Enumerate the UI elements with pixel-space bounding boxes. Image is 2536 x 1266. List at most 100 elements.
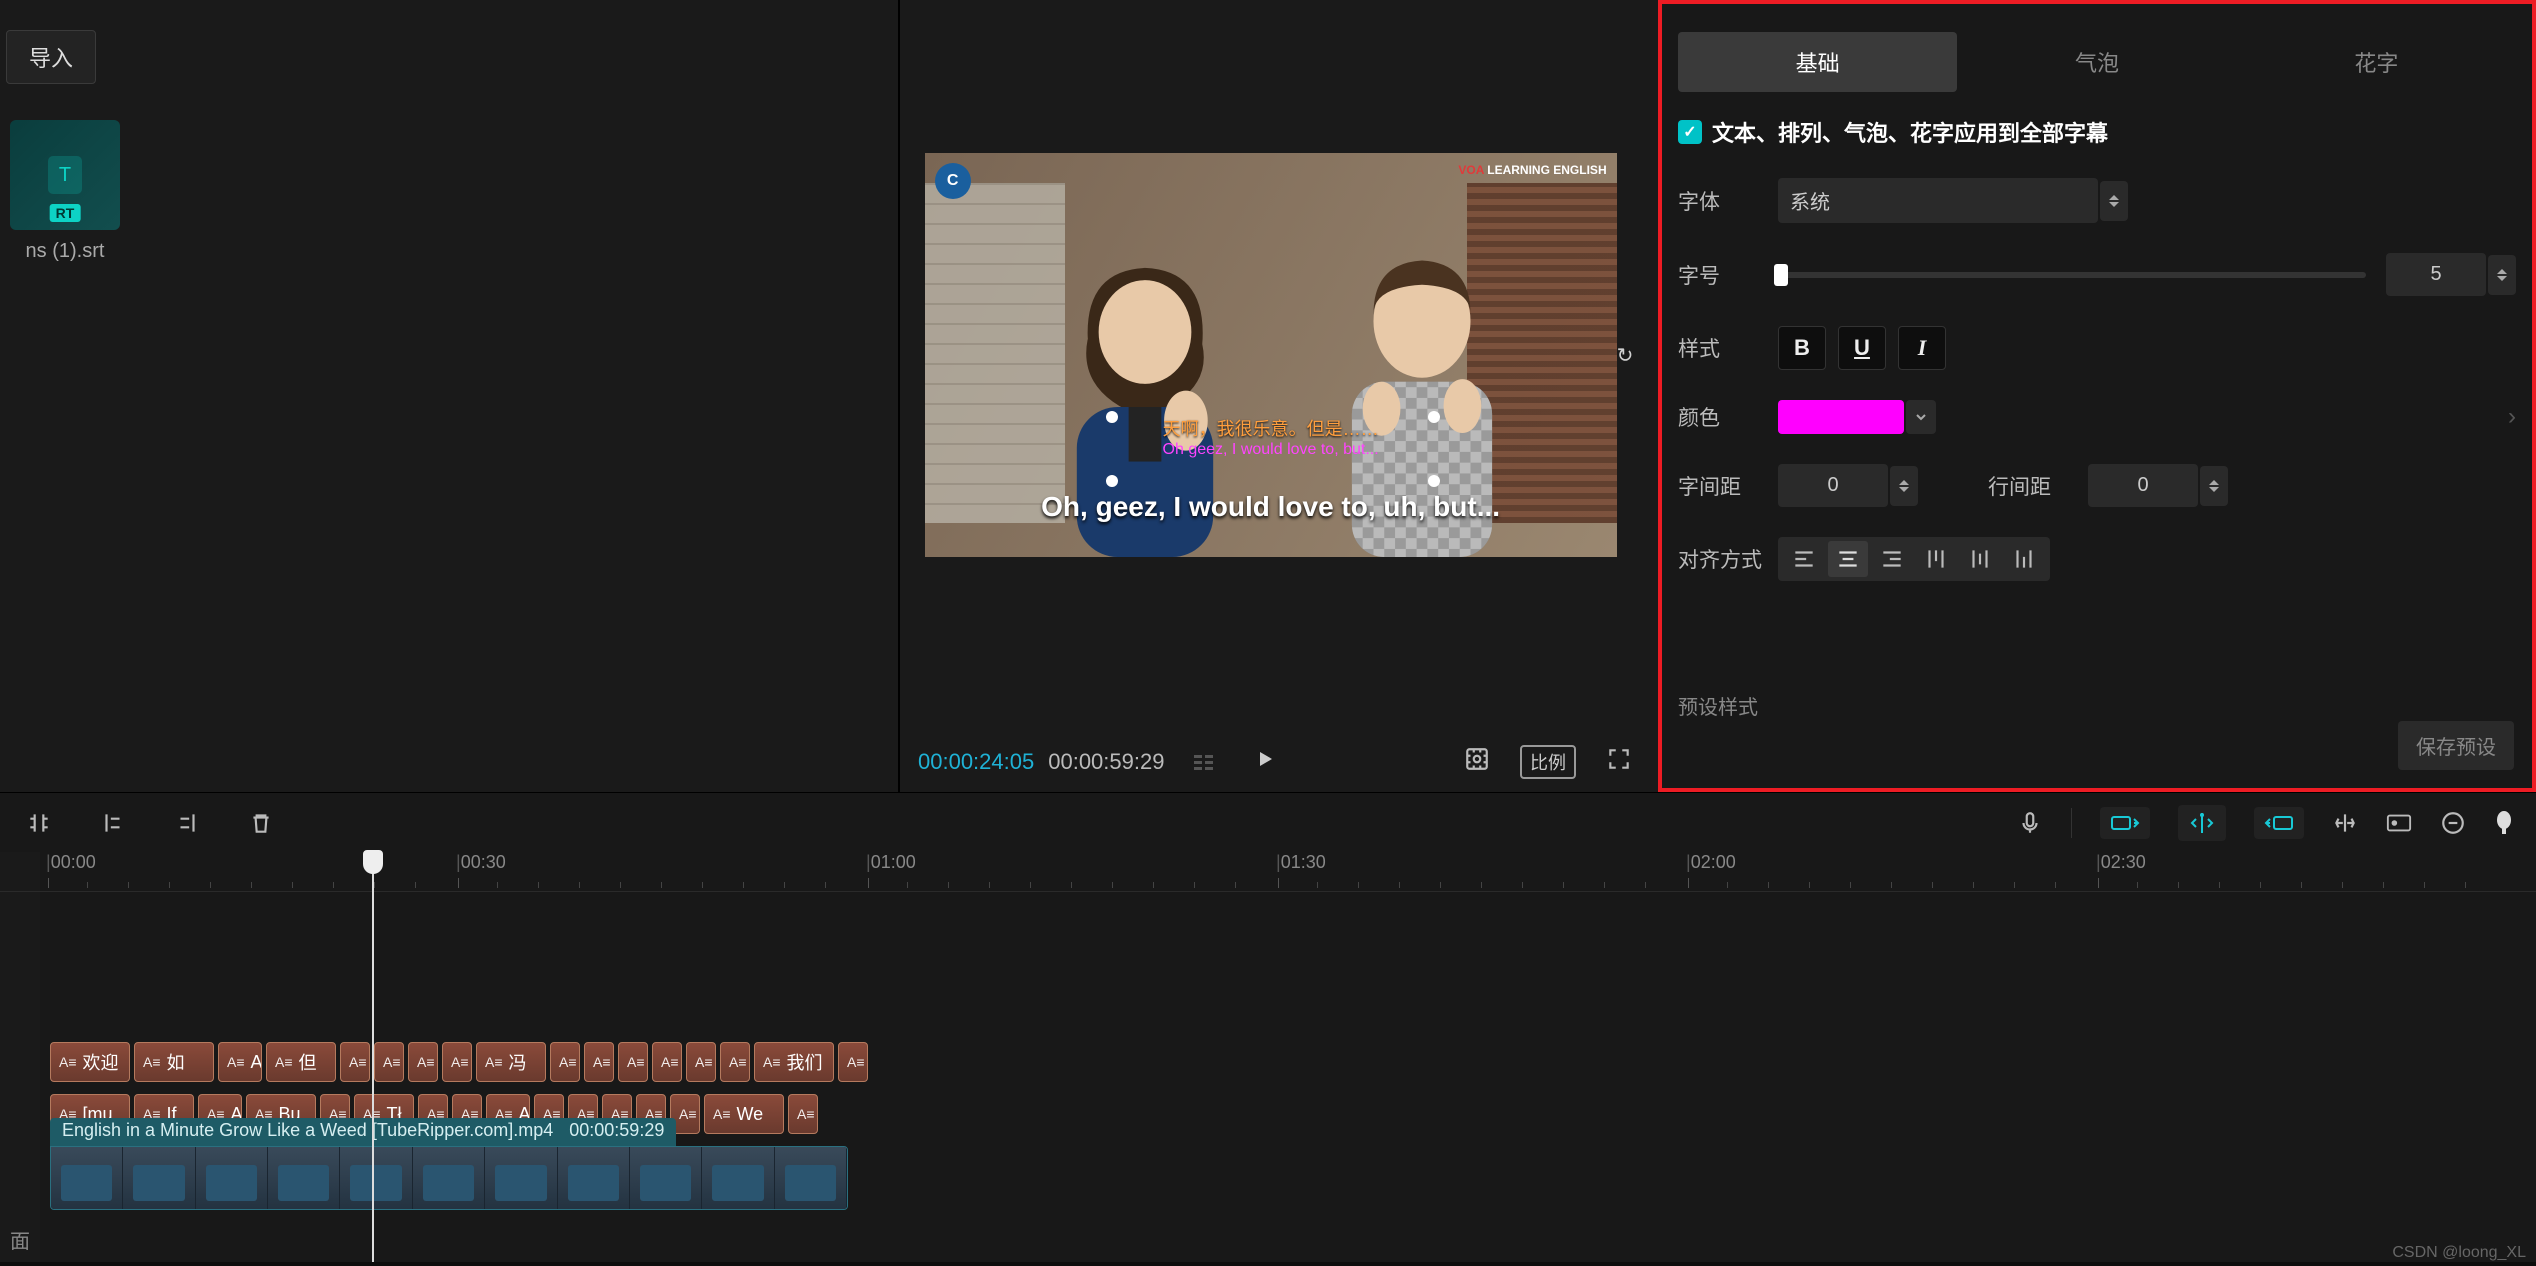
channel-logo: C <box>935 163 971 199</box>
subtitle-clip[interactable]: A≡A <box>340 1042 370 1082</box>
tab-fancy[interactable]: 花字 <box>2237 32 2516 92</box>
save-preset-button[interactable]: 保存预设 <box>2398 721 2514 770</box>
subtitle-clip[interactable]: A≡A <box>788 1094 818 1134</box>
align-v1[interactable] <box>1916 541 1956 577</box>
subtitle-clip[interactable]: A≡但 <box>266 1042 336 1082</box>
video-clip-header: English in a Minute Grow Like a Weed [Tu… <box>50 1118 676 1146</box>
font-label: 字体 <box>1678 186 1778 216</box>
size-input[interactable] <box>2386 253 2486 296</box>
video-thumb <box>123 1147 195 1210</box>
columns-icon[interactable] <box>1194 755 1213 770</box>
align-center[interactable] <box>1828 541 1868 577</box>
play-button[interactable] <box>1253 747 1277 777</box>
video-thumb <box>775 1147 847 1210</box>
fullscreen-icon[interactable] <box>1598 742 1640 782</box>
letter-spacing-input[interactable] <box>1778 464 1888 507</box>
resize-handle[interactable] <box>1428 475 1440 487</box>
tab-bubble[interactable]: 气泡 <box>1957 32 2236 92</box>
color-next-icon[interactable]: › <box>2508 403 2516 431</box>
playhead[interactable] <box>372 852 374 1262</box>
subtitle-clip[interactable]: A≡A <box>584 1042 614 1082</box>
font-stepper[interactable] <box>2100 181 2128 221</box>
video-preview[interactable]: C VOA LEARNING ENGLISH 天啊，我很乐意。但是…… Oh g… <box>925 153 1617 557</box>
subtitle-clip[interactable]: A≡A <box>408 1042 438 1082</box>
subtitle-clip[interactable]: A≡A≡ <box>218 1042 262 1082</box>
subtitle-clip[interactable]: A≡欢迎 <box>50 1042 130 1082</box>
resize-handle[interactable] <box>1106 475 1118 487</box>
inspector-panel: 基础 气泡 花字 ✓ 文本、排列、气泡、花字应用到全部字幕 字体 系统 字号 样… <box>1658 0 2536 792</box>
style-label: 样式 <box>1678 333 1778 363</box>
preview-panel: C VOA LEARNING ENGLISH 天啊，我很乐意。但是…… Oh g… <box>900 0 1658 792</box>
align-v2[interactable] <box>1960 541 2000 577</box>
crop-icon[interactable] <box>1456 742 1498 782</box>
subtitle-clip[interactable]: A≡我们 <box>754 1042 834 1082</box>
underline-button[interactable]: U <box>1838 326 1886 370</box>
magnet-right-icon[interactable] <box>2254 807 2304 839</box>
magnet-left-icon[interactable] <box>2100 807 2150 839</box>
ratio-button[interactable]: 比例 <box>1520 745 1576 779</box>
align-right[interactable] <box>1872 541 1912 577</box>
align-playhead-icon[interactable] <box>2332 810 2358 836</box>
subtitle-clip[interactable]: A≡A <box>550 1042 580 1082</box>
mic-icon[interactable] <box>2017 810 2043 836</box>
subtitle-clip[interactable]: A≡A <box>838 1042 868 1082</box>
color-dropdown[interactable] <box>1906 400 1936 434</box>
video-thumbnails <box>50 1146 848 1210</box>
subtitle-clip[interactable]: A≡A <box>442 1042 472 1082</box>
line-spacing-input[interactable] <box>2088 464 2198 507</box>
watermark: CSDN @loong_XL <box>2392 1244 2526 1262</box>
trim-right-tool[interactable] <box>170 806 204 840</box>
timeline-toolbar <box>0 792 2536 852</box>
subtitle-clip[interactable]: A≡A <box>652 1042 682 1082</box>
asset-srt[interactable]: T RT ns (1).srt <box>0 120 130 263</box>
subtitle-clip[interactable]: A≡D <box>374 1042 404 1082</box>
video-thumb <box>558 1147 630 1210</box>
caption-box[interactable]: 天啊，我很乐意。但是…… Oh geez, I would love to, b… <box>1110 415 1432 479</box>
svg-text:T: T <box>59 164 71 186</box>
track-gutter[interactable]: 面 <box>0 852 40 1262</box>
size-stepper[interactable] <box>2488 255 2516 295</box>
zoom-slider-icon[interactable] <box>2494 810 2514 836</box>
slider-thumb[interactable] <box>1774 264 1788 286</box>
subtitle-clip[interactable]: A≡冯 <box>476 1042 546 1082</box>
align-v3[interactable] <box>2004 541 2044 577</box>
subtitle-clip[interactable]: A≡如 <box>134 1042 214 1082</box>
tab-basic[interactable]: 基础 <box>1678 32 1957 92</box>
video-thumb <box>51 1147 123 1210</box>
subtitle-clip[interactable]: A≡A <box>686 1042 716 1082</box>
auto-snap-icon[interactable] <box>2178 805 2226 841</box>
align-left[interactable] <box>1784 541 1824 577</box>
video-thumb <box>630 1147 702 1210</box>
trim-left-tool[interactable] <box>96 806 130 840</box>
subtitle-track-cn[interactable]: A≡欢迎A≡如A≡A≡A≡但A≡AA≡DA≡AA≡AA≡冯A≡AA≡AA≡AA≡… <box>50 1042 2536 1082</box>
timeline[interactable]: 面 |00:00|00:30|01:00|01:30|02:00|02:30 A… <box>0 852 2536 1262</box>
resize-handle[interactable] <box>1106 411 1118 423</box>
letter-spacing-label: 字间距 <box>1678 471 1778 501</box>
video-track[interactable]: English in a Minute Grow Like a Weed [Tu… <box>50 1146 2536 1236</box>
voa-logo: VOA LEARNING ENGLISH <box>1458 163 1606 177</box>
resize-handle[interactable] <box>1428 411 1440 423</box>
font-select[interactable]: 系统 <box>1778 178 2098 223</box>
size-slider[interactable] <box>1778 272 2366 278</box>
subtitle-clip[interactable]: A≡A <box>618 1042 648 1082</box>
subtitle-clip[interactable]: A≡A <box>720 1042 750 1082</box>
color-label: 颜色 <box>1678 402 1778 432</box>
import-button[interactable]: 导入 <box>6 30 96 84</box>
bold-button[interactable]: B <box>1778 326 1826 370</box>
timecode-current: 00:00:24:05 <box>918 749 1034 775</box>
letter-spacing-stepper[interactable] <box>1890 466 1918 506</box>
line-spacing-stepper[interactable] <box>2200 466 2228 506</box>
video-thumb <box>196 1147 268 1210</box>
italic-button[interactable]: I <box>1898 326 1946 370</box>
video-thumb <box>340 1147 412 1210</box>
color-swatch[interactable] <box>1778 400 1904 434</box>
subtitle-clip[interactable]: A≡We <box>704 1094 784 1134</box>
split-tool[interactable] <box>22 806 56 840</box>
refresh-icon[interactable]: ↻ <box>1617 343 1634 368</box>
delete-tool[interactable] <box>244 806 278 840</box>
zoom-out-icon[interactable] <box>2440 810 2466 836</box>
apply-all-checkbox[interactable]: ✓ <box>1678 120 1702 144</box>
video-clip-duration: 00:00:59:29 <box>569 1120 664 1144</box>
preview-toggle-icon[interactable] <box>2386 810 2412 836</box>
caption-cn: 天啊，我很乐意。但是…… <box>1110 415 1432 441</box>
